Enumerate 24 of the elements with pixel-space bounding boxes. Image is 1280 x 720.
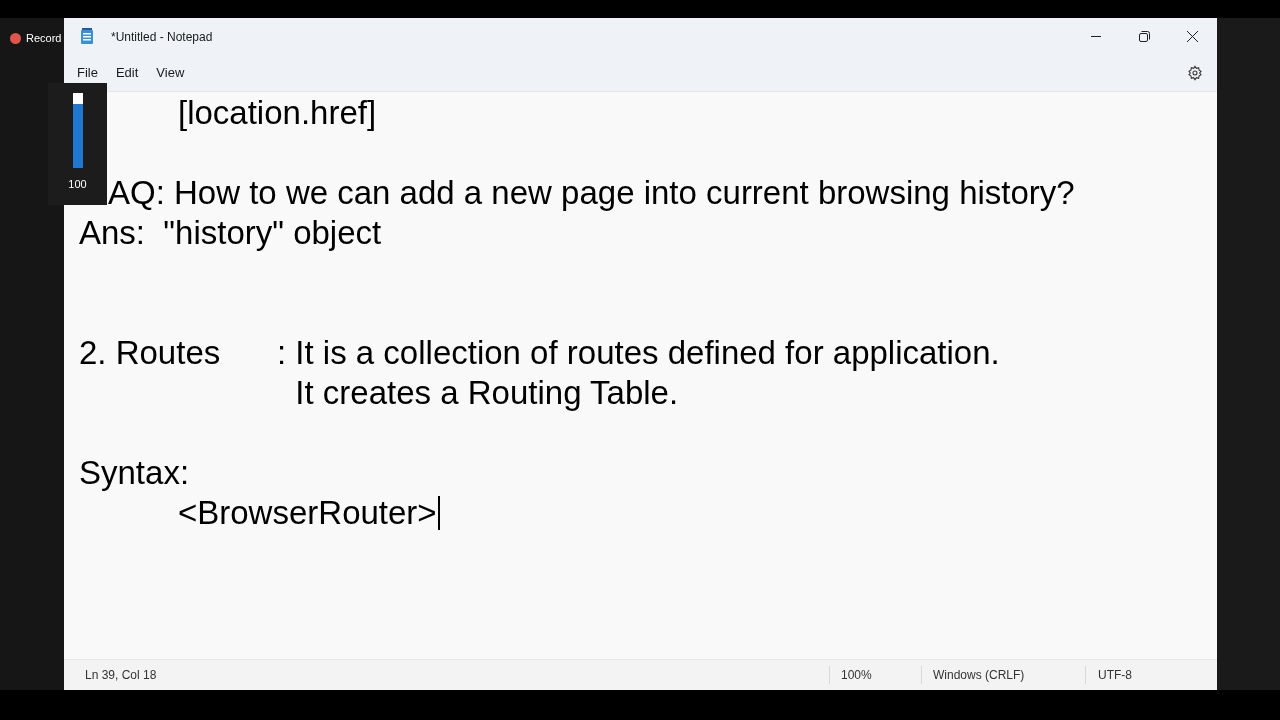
text-line: Syntax:: [79, 454, 190, 492]
notepad-icon: [80, 28, 94, 45]
restore-icon: [1138, 31, 1150, 42]
text-line: AQ: How to we can add a new page into current browsing history?: [108, 174, 1075, 212]
volume-reading: 100: [68, 177, 87, 192]
window-title: *Untitled - Notepad: [111, 28, 213, 46]
settings-icon[interactable]: [1187, 65, 1203, 81]
menu-item[interactable]: View: [147, 59, 194, 87]
text-line: It creates a Routing Table.: [294, 374, 679, 412]
text-line: Ans: "history" object: [79, 214, 382, 252]
line-endings: Windows (CRLF): [932, 667, 1026, 684]
menu-item[interactable]: Edit: [106, 59, 148, 87]
recorder-label: Record: [26, 31, 62, 46]
text-line: <BrowserRouter>: [177, 494, 437, 532]
close-icon: [1186, 31, 1198, 42]
text-cursor: [437, 496, 440, 530]
menu-item[interactable]: File: [68, 59, 107, 87]
zoom-level: 100%: [840, 667, 873, 684]
record-icon: [10, 32, 21, 44]
text-line: [location.href]: [177, 94, 377, 132]
cursor-position: Ln 39, Col 18: [85, 667, 157, 684]
encoding: UTF-8: [1097, 667, 1133, 684]
minimize-icon: [1091, 36, 1101, 37]
text-line: 2. Routes : It is a collection of routes defined for application.: [79, 334, 1000, 372]
